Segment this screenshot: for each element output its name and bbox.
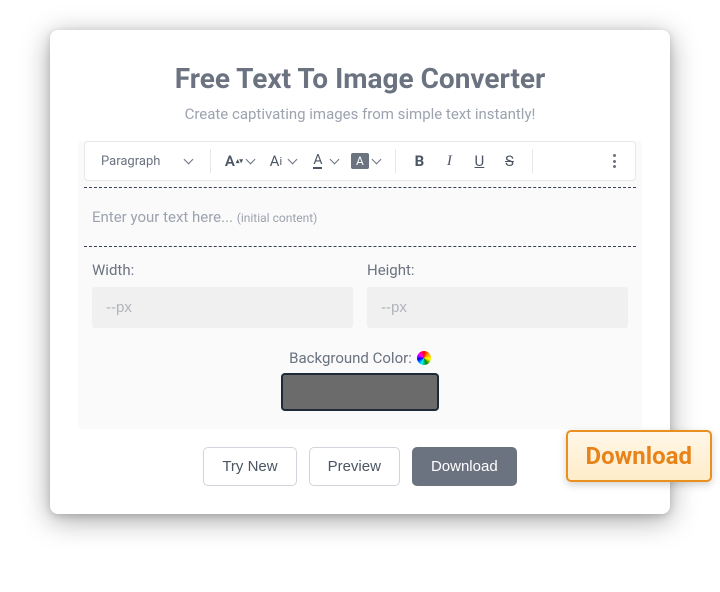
chevron-down-icon <box>372 156 382 166</box>
height-block: Height: <box>367 261 628 328</box>
height-input[interactable] <box>367 287 628 328</box>
dashed-divider <box>84 246 636 247</box>
editor-area: Paragraph A▴▾ AI <box>78 141 642 429</box>
width-label: Width: <box>92 261 353 279</box>
download-callout: Download <box>566 430 712 482</box>
page-title: Free Text To Image Converter <box>78 62 642 95</box>
background-color-button[interactable]: A <box>345 147 387 175</box>
text-input-area[interactable]: Enter your text here... (initial content… <box>78 194 642 240</box>
background-color-section: Background Color: <box>78 342 642 429</box>
color-wheel-icon <box>417 351 431 365</box>
letter-case-button[interactable]: AI <box>261 147 303 175</box>
chevron-down-icon <box>246 156 256 166</box>
background-color-picker[interactable] <box>281 373 439 411</box>
page-subtitle: Create captivating images from simple te… <box>78 105 642 123</box>
width-block: Width: <box>92 261 353 328</box>
more-options-button[interactable] <box>599 147 629 175</box>
font-size-button[interactable]: A▴▾ <box>219 147 261 175</box>
font-color-icon: A <box>309 152 327 170</box>
chevron-down-icon <box>288 156 298 166</box>
strikethrough-button[interactable]: S <box>494 147 524 175</box>
font-size-icon: A▴▾ <box>225 152 243 170</box>
dashed-divider <box>84 187 636 188</box>
chevron-down-icon <box>330 156 340 166</box>
background-color-icon: A <box>351 152 369 170</box>
text-placeholder-hint: (initial content) <box>237 211 318 225</box>
strikethrough-icon: S <box>500 152 518 170</box>
block-format-select[interactable]: Paragraph <box>91 150 202 173</box>
background-color-label-row: Background Color: <box>289 349 431 367</box>
italic-icon: I <box>440 152 458 170</box>
toolbar-separator <box>532 149 533 173</box>
more-vertical-icon <box>613 154 616 168</box>
letter-case-icon: AI <box>267 152 285 170</box>
download-button[interactable]: Download <box>412 447 517 486</box>
action-buttons-row: Try New Preview Download <box>78 447 642 486</box>
chevron-down-icon <box>184 156 194 166</box>
toolbar-separator <box>395 149 396 173</box>
font-color-button[interactable]: A <box>303 147 345 175</box>
preview-button[interactable]: Preview <box>309 447 400 486</box>
width-input[interactable] <box>92 287 353 328</box>
editor-toolbar: Paragraph A▴▾ AI <box>84 141 636 181</box>
try-new-button[interactable]: Try New <box>203 447 296 486</box>
dimensions-row: Width: Height: <box>78 253 642 342</box>
bold-icon: B <box>410 152 428 170</box>
height-label: Height: <box>367 261 628 279</box>
background-color-label: Background Color: <box>289 349 412 367</box>
toolbar-separator <box>210 149 211 173</box>
italic-button[interactable]: I <box>434 147 464 175</box>
bold-button[interactable]: B <box>404 147 434 175</box>
underline-button[interactable]: U <box>464 147 494 175</box>
text-placeholder: Enter your text here... <box>92 208 237 226</box>
block-format-label: Paragraph <box>101 154 160 169</box>
underline-icon: U <box>470 152 488 170</box>
